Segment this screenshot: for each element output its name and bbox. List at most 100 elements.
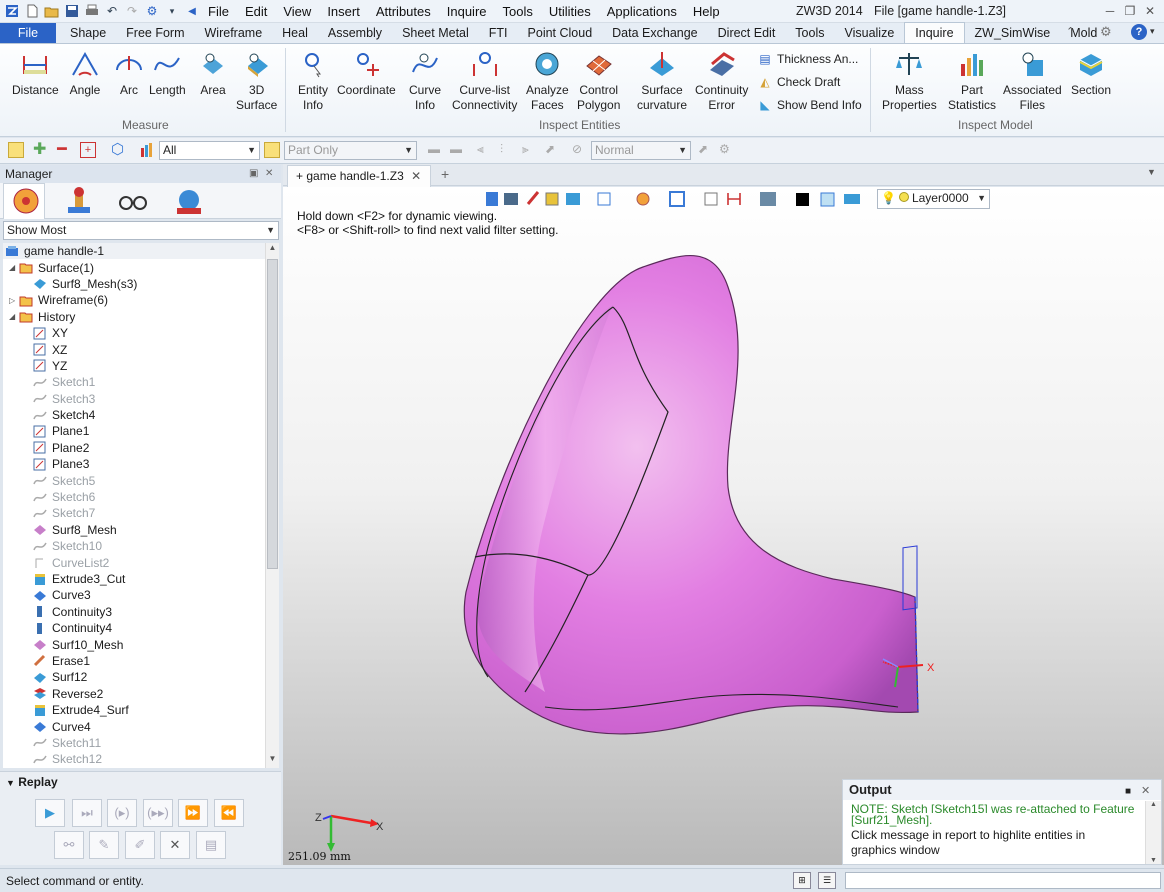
tab-free-form[interactable]: Free Form bbox=[116, 23, 194, 43]
pin-output-icon[interactable]: ■ bbox=[1125, 782, 1131, 802]
tree-node[interactable]: Continuity3 bbox=[3, 604, 265, 620]
curve-info-button[interactable]: Curve Info bbox=[408, 48, 442, 113]
new-tab-plus-icon[interactable]: + bbox=[441, 166, 449, 182]
angle-button[interactable]: Angle bbox=[68, 48, 102, 98]
expand-closed-icon[interactable]: ▷ bbox=[9, 296, 19, 305]
tree-node[interactable]: Extrude3_Cut bbox=[3, 571, 265, 587]
tab-data-exchange[interactable]: Data Exchange bbox=[602, 23, 707, 43]
menu-view[interactable]: View bbox=[275, 0, 319, 23]
tree-filter-select[interactable]: Show Most ▼ bbox=[3, 221, 279, 240]
length-button[interactable]: Length bbox=[149, 48, 186, 98]
pin-icon[interactable]: ▣ bbox=[249, 165, 258, 183]
tab-view-manager[interactable] bbox=[116, 185, 150, 220]
tree-node[interactable]: Sketch4 bbox=[3, 407, 265, 423]
solid-box-icon[interactable] bbox=[566, 193, 580, 205]
close-manager-icon[interactable]: ✕ bbox=[265, 165, 273, 183]
options-icon[interactable]: ⚙ bbox=[144, 3, 160, 19]
settings-gear-icon[interactable]: ⚙ bbox=[1100, 24, 1112, 40]
tree-node[interactable]: Surf8_Mesh bbox=[3, 522, 265, 538]
walk-icon[interactable] bbox=[486, 192, 498, 206]
redo-icon[interactable]: ↷ bbox=[124, 3, 140, 19]
scroll-up-icon[interactable]: ▲ bbox=[1146, 801, 1161, 808]
rewind-button[interactable]: ⏪ bbox=[214, 799, 244, 827]
fast-forward-button[interactable]: ⏩ bbox=[178, 799, 208, 827]
snap-icon[interactable]: ⊘ bbox=[572, 142, 588, 158]
tab-tools[interactable]: Tools bbox=[785, 23, 834, 43]
link-button[interactable]: ⚯ bbox=[54, 831, 84, 859]
status-layout-icon[interactable]: ⊞ bbox=[793, 872, 811, 889]
expand-open-icon[interactable]: ◢ bbox=[9, 263, 19, 272]
tab-assembly[interactable]: Assembly bbox=[318, 23, 392, 43]
align-center-icon[interactable]: ⫶ bbox=[500, 142, 516, 158]
scroll-up-icon[interactable]: ▲ bbox=[266, 243, 279, 257]
entity-info-button[interactable]: Entity Info bbox=[296, 48, 330, 113]
mode-gear-icon[interactable]: ⚙ bbox=[719, 142, 735, 158]
game-handle-model[interactable] bbox=[463, 255, 919, 735]
command-input[interactable] bbox=[845, 872, 1161, 889]
polygon-select-icon[interactable]: ⬡ bbox=[111, 142, 127, 158]
print-icon[interactable] bbox=[84, 3, 100, 19]
tree-node[interactable]: Sketch11 bbox=[3, 735, 265, 751]
tree-node[interactable]: CurveList2 bbox=[3, 554, 265, 570]
mode-cursor-icon[interactable]: ⬈ bbox=[698, 142, 714, 158]
tree-node[interactable]: Surf10_Mesh bbox=[3, 636, 265, 652]
tree-node[interactable]: XY bbox=[3, 325, 265, 341]
tab-file[interactable]: File bbox=[0, 23, 56, 43]
tab-tool-manager[interactable] bbox=[62, 185, 96, 220]
output-scrollbar[interactable]: ▲ ▼ bbox=[1145, 801, 1161, 864]
tab-direct-edit[interactable]: Direct Edit bbox=[708, 23, 786, 43]
tree-node[interactable]: YZ bbox=[3, 358, 265, 374]
box-select-icon[interactable]: + bbox=[80, 142, 96, 158]
tree-node[interactable]: Reverse2 bbox=[3, 686, 265, 702]
tree-node[interactable]: XZ bbox=[3, 341, 265, 357]
tab-display-manager[interactable] bbox=[172, 185, 206, 220]
render-icon[interactable] bbox=[636, 192, 650, 206]
scroll-down-icon[interactable]: ▼ bbox=[266, 754, 279, 768]
tree-node[interactable]: Sketch1 bbox=[3, 374, 265, 390]
tab-inquire[interactable]: Inquire bbox=[904, 22, 965, 43]
coordinate-button[interactable]: Coordinate bbox=[337, 48, 396, 98]
background-color-icon[interactable] bbox=[796, 193, 809, 206]
rollback-button[interactable]: ✐ bbox=[125, 831, 155, 859]
select-pointer-icon[interactable] bbox=[8, 142, 24, 158]
ribbon-collapse-icon[interactable]: ⌃ bbox=[1066, 25, 1075, 38]
save-icon[interactable] bbox=[64, 3, 80, 19]
menu-file[interactable]: File bbox=[200, 0, 237, 23]
output-line[interactable]: Click message in report to highlite enti… bbox=[851, 828, 1139, 843]
app-logo-icon[interactable] bbox=[4, 3, 20, 19]
tab-list-dropdown-icon[interactable]: ▼ bbox=[1147, 167, 1156, 177]
collapse-icon[interactable]: ◀ bbox=[184, 3, 200, 19]
step-forward-button[interactable]: ⏭ bbox=[72, 799, 102, 827]
play-button[interactable]: ▶ bbox=[35, 799, 65, 827]
output-line[interactable]: NOTE: Sketch [Sketch15] was re-attached … bbox=[851, 802, 1139, 813]
new-file-icon[interactable] bbox=[24, 3, 40, 19]
surface-curvature-button[interactable]: Surface curvature bbox=[637, 48, 687, 113]
tree-node[interactable]: game handle-1 bbox=[3, 243, 265, 260]
tab-point-cloud[interactable]: Point Cloud bbox=[518, 23, 603, 43]
menu-insert[interactable]: Insert bbox=[319, 0, 368, 23]
tab-history-manager[interactable] bbox=[3, 183, 45, 219]
entity-filter-select[interactable]: All ▼ bbox=[159, 141, 260, 160]
pick-icon[interactable]: ▬ bbox=[428, 142, 444, 158]
shaded-box-icon[interactable] bbox=[545, 192, 559, 206]
curve-list-connectivity-button[interactable]: Curve-list Connectivity bbox=[452, 48, 517, 113]
cursor-icon[interactable]: ⬈ bbox=[545, 142, 561, 158]
associated-files-button[interactable]: Associated Files bbox=[1003, 48, 1062, 113]
align-right-icon[interactable]: ⫸ bbox=[522, 142, 538, 158]
tree-node[interactable]: Plane2 bbox=[3, 440, 265, 456]
tree-node[interactable]: Plane3 bbox=[3, 456, 265, 472]
replay-loop-button[interactable]: (▸) bbox=[107, 799, 137, 827]
tree-node[interactable]: Sketch3 bbox=[3, 391, 265, 407]
tab-visualize[interactable]: Visualize bbox=[834, 23, 904, 43]
control-polygon-button[interactable]: Control Polygon bbox=[577, 48, 620, 113]
menu-inquire[interactable]: Inquire bbox=[439, 0, 495, 23]
tree-node[interactable]: Extrude4_Surf bbox=[3, 702, 265, 718]
section-view-icon[interactable] bbox=[727, 193, 741, 205]
graphics-viewport[interactable]: X X Z bbox=[283, 187, 1164, 865]
eraser-icon[interactable] bbox=[526, 191, 540, 205]
tab-wireframe[interactable]: Wireframe bbox=[195, 23, 273, 43]
tree-node[interactable]: Curve4 bbox=[3, 718, 265, 734]
expand-open-icon[interactable]: ◢ bbox=[9, 312, 19, 321]
scope-select[interactable]: Part Only ▼ bbox=[284, 141, 417, 160]
scroll-down-icon[interactable]: ▼ bbox=[1146, 857, 1161, 864]
